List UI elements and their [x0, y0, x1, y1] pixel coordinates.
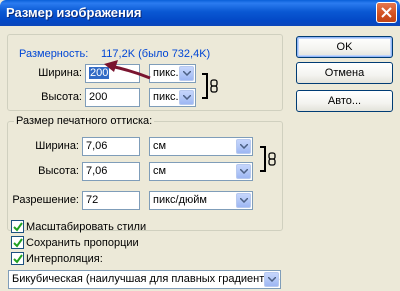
checkbox-box[interactable] — [11, 236, 24, 249]
constrain-proportions-label: Сохранить пропорции — [26, 236, 139, 249]
chevron-down-icon — [236, 164, 251, 179]
pixel-width-unit-select[interactable]: пикс. — [149, 64, 196, 83]
chevron-down-icon — [236, 193, 251, 208]
chevron-down-icon — [236, 139, 251, 154]
pixel-width-value: 200 — [89, 67, 110, 79]
print-width-label: Ширина: — [35, 140, 79, 152]
chevron-down-icon — [264, 272, 279, 287]
chain-link-icon — [268, 152, 276, 166]
scale-styles-checkbox[interactable]: Масштабировать стили — [11, 220, 146, 233]
pixel-width-input[interactable]: 200 — [85, 64, 140, 83]
resample-checkbox[interactable]: Интерполяция: — [11, 252, 103, 265]
dimensions-value: 117,2K (было 732,4K) — [101, 48, 211, 60]
checkbox-box[interactable] — [11, 220, 24, 233]
interpolation-value: Бикубическая (наилучшая для плавных град… — [12, 273, 280, 285]
print-constrain-bracket — [260, 146, 266, 172]
checkmark-icon — [13, 222, 23, 232]
resolution-unit: пикс/дюйм — [153, 194, 207, 206]
print-size-legend: Размер печатного оттиска: — [14, 115, 155, 127]
pixel-height-label: Высота: — [41, 91, 82, 103]
ok-button[interactable]: OK — [296, 36, 393, 58]
print-width-unit: см — [153, 140, 167, 152]
dialog-body: Размерность: 117,2K (было 732,4K) Ширина:… — [3, 26, 397, 291]
print-width-unit-select[interactable]: см — [149, 137, 253, 156]
scale-styles-label: Масштабировать стили — [26, 220, 147, 233]
chevron-down-icon — [179, 90, 194, 105]
dimensions-line: Размерность: 117,2K (было 732,4K) — [19, 48, 210, 60]
chevron-down-icon — [179, 66, 194, 81]
print-height-unit: см — [153, 165, 167, 177]
print-height-input[interactable]: 7,06 — [82, 162, 140, 181]
resolution-label: Разрешение: — [12, 194, 79, 206]
print-width-value: 7,06 — [86, 140, 108, 152]
pixel-height-input[interactable]: 200 — [85, 88, 140, 107]
interpolation-select[interactable]: Бикубическая (наилучшая для плавных град… — [8, 270, 281, 289]
resample-label: Интерполяция: — [26, 252, 103, 265]
resolution-value: 72 — [86, 194, 99, 206]
pixel-height-unit: пикс. — [153, 91, 179, 103]
resolution-input[interactable]: 72 — [82, 191, 140, 210]
pixel-dimensions-group: Размерность: 117,2K (было 732,4K) Ширина:… — [7, 34, 283, 111]
dimensions-label: Размерность: — [19, 48, 89, 60]
constrain-bracket — [202, 73, 208, 99]
print-height-label: Высота: — [38, 165, 79, 177]
checkbox-box[interactable] — [11, 252, 24, 265]
window-title: Размер изображения — [6, 5, 142, 20]
auto-button[interactable]: Авто... — [296, 90, 393, 112]
close-icon — [381, 7, 392, 18]
close-button[interactable] — [376, 2, 397, 23]
pixel-height-unit-select[interactable]: пикс. — [149, 88, 196, 107]
cancel-button[interactable]: Отмена — [296, 62, 393, 84]
pixel-width-unit: пикс. — [153, 67, 179, 79]
title-bar: Размер изображения — [0, 0, 400, 26]
checkmark-icon — [13, 238, 23, 248]
checkmark-icon — [13, 254, 23, 264]
print-size-group: Размер печатного оттиска: Ширина: 7,06 с… — [7, 115, 283, 231]
resolution-unit-select[interactable]: пикс/дюйм — [149, 191, 253, 210]
pixel-height-value: 200 — [89, 91, 108, 103]
print-width-input[interactable]: 7,06 — [82, 137, 140, 156]
print-height-value: 7,06 — [86, 165, 108, 177]
constrain-proportions-checkbox[interactable]: Сохранить пропорции — [11, 236, 139, 249]
chain-link-icon — [210, 79, 218, 93]
pixel-width-label: Ширина: — [38, 67, 82, 79]
print-height-unit-select[interactable]: см — [149, 162, 253, 181]
